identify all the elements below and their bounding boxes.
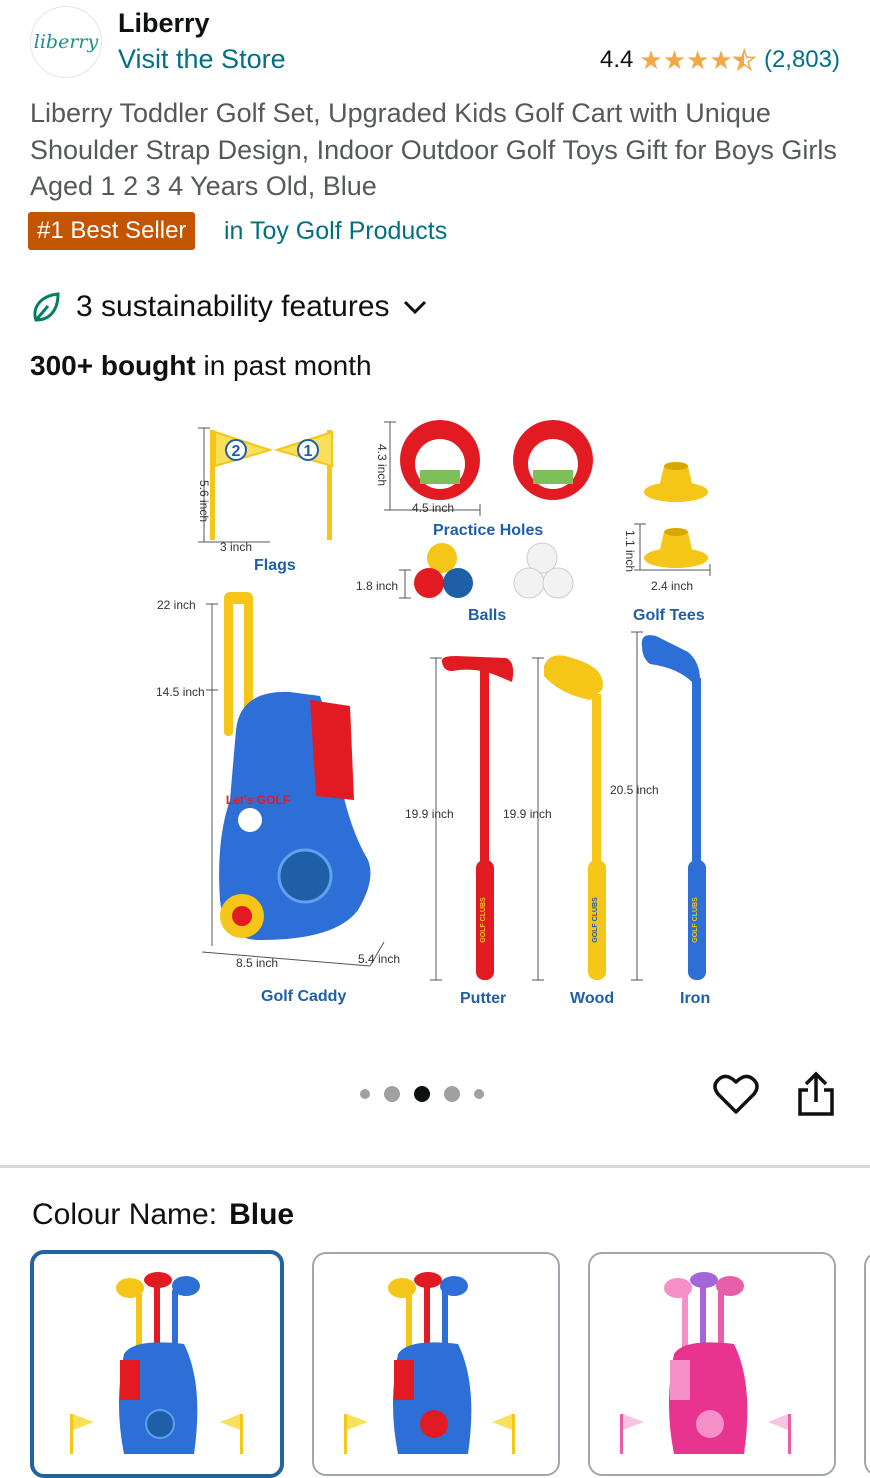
dim-caddy-depth: 8.5 inch xyxy=(236,956,278,970)
dim-iron-length: 20.5 inch xyxy=(610,783,659,797)
iron-illustration: GOLF CLUBS 20.5 inch Iron xyxy=(610,631,710,1007)
flag-number: 2 xyxy=(232,443,241,460)
colour-swatch-more[interactable] xyxy=(864,1252,870,1476)
colour-label: Colour Name: xyxy=(32,1198,218,1231)
dim-putter-length: 19.9 inch xyxy=(405,807,454,821)
flags-illustration: 2 1 5.6 inch 3 inch Flags xyxy=(197,427,333,574)
balls-illustration: 1.8 inch Balls xyxy=(356,542,574,624)
shaft-text: GOLF CLUBS xyxy=(592,897,599,943)
dim-caddy-short: 14.5 inch xyxy=(156,685,205,699)
carousel-dot[interactable] xyxy=(360,1089,370,1099)
image-carousel-dots[interactable] xyxy=(360,1086,484,1102)
dim-caddy-tall: 22 inch xyxy=(157,598,196,612)
caddy-text: Let's GOLF xyxy=(226,793,290,807)
chevron-down-icon xyxy=(403,300,426,315)
colour-swatch-blue-alt[interactable] xyxy=(312,1252,560,1476)
practice-holes-illustration: 4.3 inch 4.5 inch Practice Holes xyxy=(375,420,593,539)
star-full-icon: ★ xyxy=(639,45,663,75)
rating-count[interactable]: (2,803) xyxy=(764,46,840,74)
dim-caddy-width: 5.4 inch xyxy=(358,952,400,966)
bought-in-past-month: 300+ bought in past month xyxy=(30,350,372,382)
dim-wood-length: 19.9 inch xyxy=(503,807,552,821)
label-flags: Flags xyxy=(254,557,296,574)
leaf-icon xyxy=(33,292,60,322)
label-golf-tees: Golf Tees xyxy=(633,607,705,624)
dim-hole-width: 4.5 inch xyxy=(412,501,454,515)
putter-illustration: GOLF CLUBS 19.9 inch Putter xyxy=(405,656,514,1007)
heart-icon[interactable] xyxy=(712,1070,760,1118)
colour-swatch-blue-selected[interactable] xyxy=(30,1250,284,1478)
brand-name: Liberry xyxy=(118,8,210,38)
sustainability-label: 3 sustainability features xyxy=(76,290,390,323)
share-icon[interactable] xyxy=(794,1070,838,1118)
visit-store-link[interactable]: Visit the Store xyxy=(118,44,286,75)
carousel-dot[interactable] xyxy=(444,1086,460,1102)
section-divider xyxy=(0,1165,870,1168)
star-full-icon: ★ xyxy=(709,45,733,75)
star-half-icon: ★ ★ xyxy=(732,45,757,75)
bought-suffix: in past month xyxy=(195,350,372,381)
flag-number: 1 xyxy=(304,443,313,460)
dim-flag-height: 5.6 inch xyxy=(197,480,211,522)
star-full-icon: ★ xyxy=(662,45,687,75)
star-full-icon: ★ xyxy=(686,45,710,75)
rating-summary[interactable]: 4.4 ★ ★ ★ ★ ★ ★ (2,803) xyxy=(600,46,840,74)
golf-caddy-illustration: Let's GOLF 22 inch 14.5 inch 8.5 inch 5.… xyxy=(156,592,400,1005)
brand-logo-text: liberry xyxy=(33,31,99,53)
label-balls: Balls xyxy=(468,607,506,624)
dim-hole-height: 4.3 inch xyxy=(375,444,389,486)
label-wood: Wood xyxy=(570,990,614,1007)
dim-flag-width: 3 inch xyxy=(220,540,252,554)
carousel-dot[interactable] xyxy=(474,1089,484,1099)
colour-name-row: Colour Name: Blue xyxy=(32,1198,294,1232)
brand-logo[interactable]: liberry xyxy=(30,6,102,78)
swatch-thumbnail xyxy=(344,1272,515,1454)
dim-ball: 1.8 inch xyxy=(356,579,398,593)
dim-tee-height: 1.1 inch xyxy=(623,530,637,572)
product-title: Liberry Toddler Golf Set, Upgraded Kids … xyxy=(30,98,837,201)
carousel-dot[interactable] xyxy=(384,1086,400,1102)
shaft-text: GOLF CLUBS xyxy=(692,897,699,943)
rating-value: 4.4 xyxy=(600,46,634,73)
swatch-thumbnail xyxy=(620,1272,791,1454)
best-seller-category-link[interactable]: in Toy Golf Products xyxy=(224,217,447,246)
carousel-dot-active[interactable] xyxy=(414,1086,430,1102)
colour-value: Blue xyxy=(229,1198,295,1231)
label-putter: Putter xyxy=(460,990,506,1007)
golf-tees-illustration: 1.1 inch 2.4 inch Golf Tees xyxy=(623,462,711,624)
sustainability-features-toggle[interactable]: 3 sustainability features xyxy=(30,290,442,324)
wood-illustration: GOLF CLUBS 19.9 inch Wood xyxy=(503,655,614,1007)
dim-tee-width: 2.4 inch xyxy=(651,579,693,593)
bought-count: 300+ bought xyxy=(30,350,196,381)
best-seller-badge: #1 Best Seller xyxy=(28,212,196,250)
label-practice-holes: Practice Holes xyxy=(433,522,543,539)
label-iron: Iron xyxy=(680,990,710,1007)
product-image[interactable]: 2 1 5.6 inch 3 inch Flags 4.3 inch 4.5 i… xyxy=(140,400,740,1030)
colour-swatch-pink[interactable] xyxy=(588,1252,836,1476)
shaft-text: GOLF CLUBS xyxy=(480,897,487,943)
swatch-thumbnail xyxy=(70,1272,243,1454)
label-golf-caddy: Golf Caddy xyxy=(261,988,346,1005)
